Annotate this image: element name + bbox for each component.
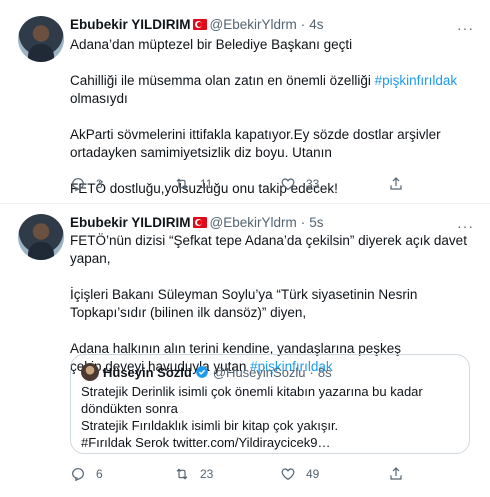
- tweet-actions: 6 23 49: [70, 466, 470, 486]
- quoted-tweet-time[interactable]: 8s: [318, 365, 332, 380]
- reply-icon: [72, 468, 84, 482]
- reply-button[interactable]: 3: [70, 176, 103, 192]
- tweet-header: Ebubekir YILDIRIM @EbekirYldrm · 5s: [70, 212, 324, 232]
- retweet-icon: [176, 468, 188, 480]
- retweet-count: 11: [200, 177, 213, 191]
- tweet-paragraph: Adana’dan müptezel bir Belediye Başkanı …: [70, 37, 353, 52]
- turkey-flag-icon: [192, 216, 207, 228]
- tweet-paragraph: İçişleri Bakanı Süleyman Soylu’ya “Türk …: [70, 287, 418, 320]
- separator-dot: ·: [309, 364, 314, 380]
- like-button[interactable]: 49: [280, 466, 319, 482]
- reply-count: 6: [96, 467, 103, 481]
- tweet-paragraph: Cahilliği ile müsemma olan zatın en önem…: [70, 72, 470, 108]
- share-button[interactable]: [388, 176, 414, 192]
- quoted-tweet-text: Stratejik Derinlik isimli çok önemli kit…: [81, 383, 461, 451]
- separator-dot: ·: [300, 16, 306, 32]
- author-handle[interactable]: @EbekirYldrm: [210, 17, 297, 32]
- tweet[interactable]: Ebubekir YILDIRIM @EbekirYldrm · 4s ··· …: [0, 0, 490, 204]
- tweet-time[interactable]: 4s: [309, 17, 323, 32]
- tweet-time[interactable]: 5s: [309, 215, 323, 230]
- tweet-paragraph: FETÖ’nün dizisi “Şefkat tepe Adana’da çe…: [70, 233, 467, 266]
- quoted-tweet[interactable]: Hüseyin Sözlü @HuseyinSozlu · 8s Stratej…: [70, 354, 470, 454]
- share-button[interactable]: [388, 466, 414, 482]
- retweet-button[interactable]: 23: [174, 466, 213, 482]
- share-icon: [390, 177, 402, 190]
- tweet-actions: 3 11 33: [70, 176, 470, 196]
- retweet-count: 23: [200, 467, 214, 481]
- turkey-flag-icon: [192, 18, 207, 30]
- heart-icon: [281, 178, 295, 191]
- share-icon: [390, 467, 402, 480]
- quoted-header: Hüseyin Sözlü @HuseyinSozlu · 8s: [103, 363, 332, 381]
- avatar[interactable]: [18, 214, 64, 260]
- reply-count: 3: [96, 177, 103, 191]
- tweet-paragraph: AkParti sövmelerini ittifakla kapatıyor.…: [70, 127, 441, 160]
- paragraph-text: Cahilliği ile müsemma olan zatın en önem…: [70, 73, 375, 88]
- like-button[interactable]: 33: [280, 176, 319, 192]
- avatar[interactable]: [18, 16, 64, 62]
- separator-dot: ·: [300, 214, 306, 230]
- quoted-author-handle[interactable]: @HuseyinSozlu: [213, 365, 306, 380]
- author-name[interactable]: Ebubekir YILDIRIM: [70, 17, 191, 32]
- hashtag-link[interactable]: #pişkinfırıldak: [375, 73, 458, 88]
- reply-icon: [72, 178, 84, 192]
- tweet-header: Ebubekir YILDIRIM @EbekirYldrm · 4s: [70, 14, 324, 34]
- like-count: 49: [306, 467, 320, 481]
- tweet[interactable]: Ebubekir YILDIRIM @EbekirYldrm · 5s ··· …: [0, 204, 490, 497]
- author-name[interactable]: Ebubekir YILDIRIM: [70, 215, 191, 230]
- retweet-icon: [176, 178, 188, 190]
- retweet-button[interactable]: 11: [174, 176, 212, 192]
- reply-button[interactable]: 6: [70, 466, 103, 482]
- author-handle[interactable]: @EbekirYldrm: [210, 215, 297, 230]
- quoted-line: #Fırıldak Serok twitter.com/Yildiraycice…: [81, 435, 331, 450]
- quoted-line: Stratejik Fırıldaklık isimli bir kitap ç…: [81, 418, 339, 433]
- like-count: 33: [306, 177, 320, 191]
- verified-badge-icon: [196, 366, 208, 378]
- more-icon[interactable]: ···: [457, 20, 474, 36]
- quoted-line: Stratejik Derinlik isimli çok önemli kit…: [81, 384, 423, 416]
- tweet-text: Adana’dan müptezel bir Belediye Başkanı …: [70, 36, 470, 198]
- quoted-author-name[interactable]: Hüseyin Sözlü: [103, 365, 192, 380]
- heart-icon: [281, 468, 295, 481]
- quoted-avatar[interactable]: [81, 363, 99, 381]
- paragraph-text: olmasıydı: [70, 91, 128, 106]
